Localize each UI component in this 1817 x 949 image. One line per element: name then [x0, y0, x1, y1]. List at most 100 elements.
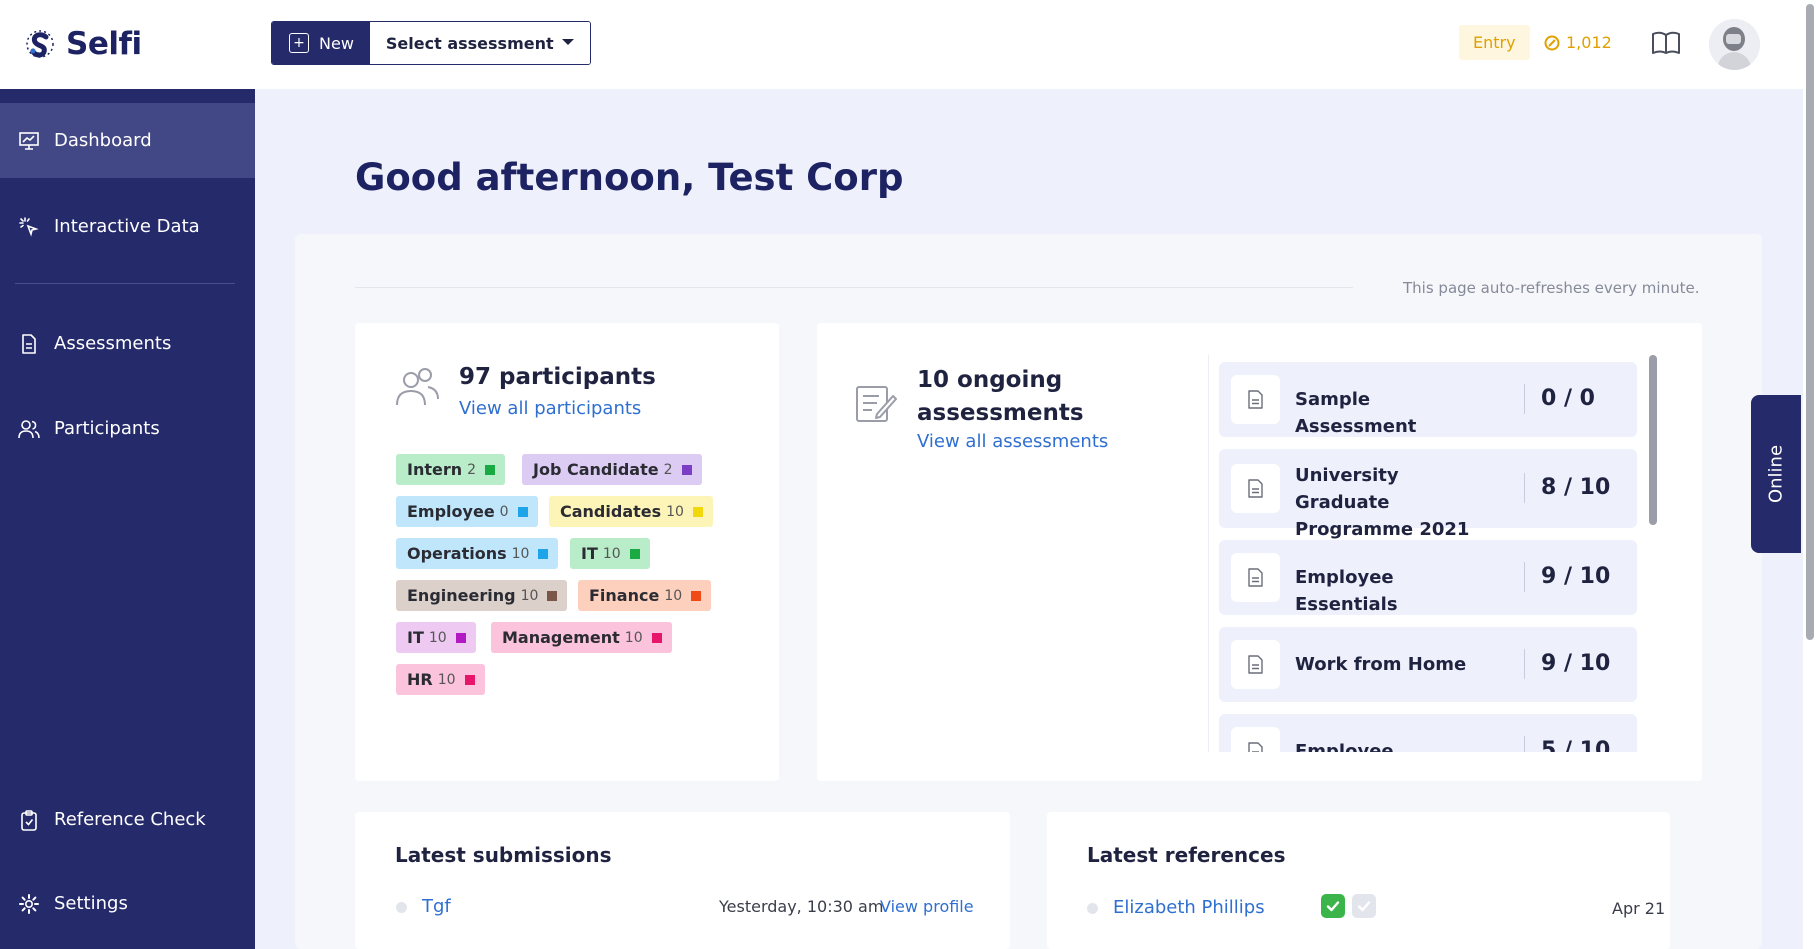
assessment-score: 9 / 10 [1541, 651, 1611, 676]
assessment-item[interactable]: Employee Satisfaction 5 / 10 [1219, 714, 1637, 752]
assessment-name: Employee Essentials [1295, 567, 1398, 615]
page-scrollbar-thumb[interactable] [1806, 4, 1814, 640]
users-icon [18, 419, 40, 438]
tag-label: Job Candidate [533, 460, 659, 479]
caret-down-icon [561, 38, 574, 45]
tag-label: Finance [589, 586, 660, 605]
assessment-doc-icon [1231, 464, 1280, 513]
assessment-item[interactable]: University Graduate Programme 2021 8 / 1… [1219, 449, 1637, 540]
assessment-name: Employee Satisfaction [1295, 741, 1394, 752]
new-button[interactable]: + New [272, 22, 370, 64]
document-icon [22, 333, 36, 354]
tag-label: HR [407, 670, 433, 689]
dashboard-icon [19, 131, 39, 150]
assessment-doc-icon [1231, 375, 1280, 424]
people-icon [396, 368, 439, 406]
reference-name-link[interactable]: Elizabeth Phillips [1113, 897, 1265, 918]
check-complete-icon [1321, 894, 1345, 918]
tag-count: 10 [437, 671, 456, 688]
new-button-label: New [319, 33, 354, 53]
assessment-list[interactable]: Sample Assessment 0 / 0 University Gradu… [1219, 355, 1637, 752]
tag-operations[interactable]: Operations 10 [396, 538, 559, 569]
submission-time: Yesterday, 10:30 am [719, 897, 884, 916]
gear-icon [19, 893, 39, 914]
tag-finance[interactable]: Finance 10 [578, 580, 712, 611]
tag-employee[interactable]: Employee 0 [396, 496, 538, 527]
view-profile-link[interactable]: View profile [880, 897, 974, 916]
tag-label: Engineering [407, 586, 516, 605]
view-all-assessments-link[interactable]: View all assessments [917, 431, 1108, 452]
brand-name: Selfi [66, 26, 142, 62]
pointer-click-icon [19, 216, 39, 237]
assessment-doc-icon [1231, 553, 1280, 602]
notes-edit-icon [856, 386, 897, 422]
tag-count: 10 [624, 629, 643, 646]
tag-intern[interactable]: Intern 2 [396, 454, 506, 485]
tag-count: 10 [664, 587, 683, 604]
assessment-item[interactable]: Employee Essentials 9 / 10 [1219, 540, 1637, 615]
assessment-divider [1524, 562, 1525, 592]
sidebar-item-interactive-data[interactable]: Interactive Data [0, 189, 255, 264]
sidebar-divider [15, 283, 235, 284]
credits-value: 1,012 [1566, 33, 1612, 52]
sidebar-label-interactive-data: Interactive Data [54, 216, 200, 237]
select-assessment-dropdown[interactable]: Select assessment [369, 22, 590, 64]
sidebar-item-settings[interactable]: Settings [0, 866, 255, 941]
view-all-participants-link[interactable]: View all participants [459, 398, 641, 419]
tag-label: Employee [407, 502, 495, 521]
sidebar-item-dashboard[interactable]: Dashboard [0, 103, 255, 178]
sidebar-item-assessments[interactable]: Assessments [0, 306, 255, 381]
latest-references-title: Latest references [1087, 843, 1286, 867]
sidebar: Dashboard Interactive Data Assessments P… [0, 89, 255, 949]
tag-count: 10 [602, 545, 621, 562]
tag-engineering[interactable]: Engineering 10 [396, 580, 568, 611]
assessment-score: 0 / 0 [1541, 386, 1595, 411]
tag-label: Intern [407, 460, 463, 479]
online-tab[interactable]: Online [1751, 395, 1801, 553]
sidebar-label-settings: Settings [54, 893, 128, 914]
assessment-list-scrollbar[interactable] [1649, 355, 1657, 525]
tag-color-swatch [547, 590, 558, 601]
assessment-divider [1524, 473, 1525, 503]
top-bar: Selfi + New Select assessment Entry 1,01… [0, 0, 1817, 89]
tag-color-swatch [464, 674, 475, 685]
sidebar-item-reference-check[interactable]: Reference Check [0, 782, 255, 857]
user-avatar[interactable] [1709, 19, 1760, 70]
header-divider [355, 287, 1353, 288]
tag-candidates[interactable]: Candidates 10 [549, 496, 713, 527]
sidebar-label-reference-check: Reference Check [54, 809, 206, 830]
tag-count: 2 [663, 461, 673, 478]
sidebar-label-assessments: Assessments [54, 333, 172, 354]
tag-management[interactable]: Management 10 [491, 622, 672, 653]
tag-label: Candidates [560, 502, 662, 521]
autorefresh-note: This page auto-refreshes every minute. [1403, 279, 1700, 297]
sidebar-label-dashboard: Dashboard [54, 130, 152, 151]
reference-status-dot [1087, 903, 1098, 914]
greeting-title: Good afternoon, Test Corp [355, 156, 904, 199]
tag-color-swatch [692, 506, 703, 517]
credits-counter[interactable]: 1,012 [1544, 33, 1612, 52]
selfi-logo[interactable]: Selfi [20, 24, 142, 64]
assessment-item[interactable]: Work from Home 9 / 10 [1219, 627, 1637, 702]
tag-label: Operations [407, 544, 507, 563]
tag-hr[interactable]: HR 10 [396, 664, 485, 695]
assessment-doc-icon [1231, 727, 1280, 752]
tag-color-swatch [517, 506, 528, 517]
latest-references-card [1047, 812, 1670, 949]
assessment-divider [1524, 384, 1525, 414]
assessment-doc-icon [1231, 640, 1280, 689]
avatar-image-icon [1709, 19, 1760, 70]
assessment-name: Sample Assessment [1295, 389, 1417, 437]
tag-it-purple[interactable]: IT 10 [396, 622, 476, 653]
assessment-item[interactable]: Sample Assessment 0 / 0 [1219, 362, 1637, 437]
tag-it-green[interactable]: IT 10 [570, 538, 650, 569]
tag-color-swatch [629, 548, 640, 559]
assessments-divider [1208, 355, 1209, 752]
tag-job-candidate[interactable]: Job Candidate 2 [522, 454, 702, 485]
coin-icon [1544, 35, 1560, 50]
tag-color-swatch [691, 590, 702, 601]
book-icon[interactable] [1651, 30, 1681, 56]
submission-status-dot [396, 902, 407, 913]
submission-participant-link[interactable]: Tgf [422, 896, 451, 917]
sidebar-item-participants[interactable]: Participants [0, 391, 255, 466]
